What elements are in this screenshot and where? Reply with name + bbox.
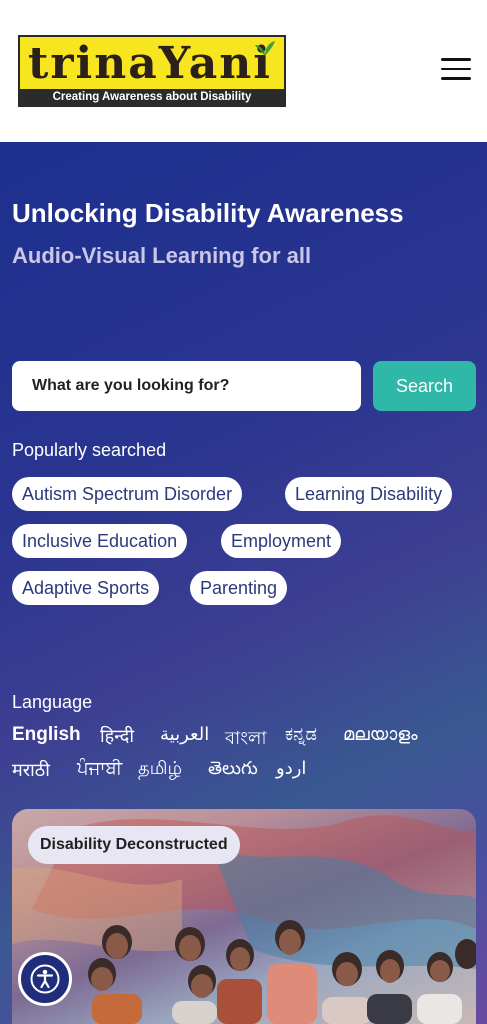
language-marathi[interactable]: मराठी <box>12 758 50 782</box>
language-telugu[interactable]: తెలుగు <box>208 758 258 783</box>
language-label: Language <box>12 692 93 712</box>
language-hindi[interactable]: हिन्दी <box>100 724 134 748</box>
popularly-searched-label: Popularly searched <box>12 440 167 460</box>
card-category-badge: Disability Deconstructed <box>28 826 240 864</box>
logo-tagline: Creating Awareness about Disability <box>20 89 284 105</box>
chip-adaptive-sports[interactable]: Adaptive Sports <box>12 571 160 605</box>
chip-inclusive-education[interactable]: Inclusive Education <box>12 524 188 558</box>
featured-video-card[interactable]: Disability Deconstructed <box>12 809 476 1024</box>
hamburger-menu-button[interactable] <box>441 58 471 82</box>
language-english[interactable]: English <box>12 724 81 746</box>
language-arabic[interactable]: العربية <box>160 724 209 745</box>
chip-learning-disability[interactable]: Learning Disability <box>285 477 453 511</box>
accessibility-button[interactable] <box>18 952 72 1006</box>
hero-subtitle: Audio-Visual Learning for all <box>12 243 312 268</box>
site-header: trinaYani Creating Awareness about Disab… <box>0 0 487 142</box>
language-malayalam[interactable]: മലയാളം <box>343 724 418 745</box>
language-tamil[interactable]: தமிழ் <box>138 758 182 781</box>
language-bengali[interactable]: বাংলা <box>225 724 267 755</box>
language-kannada[interactable]: ಕನ್ನಡ <box>285 724 317 745</box>
leaf-icon <box>255 41 275 56</box>
language-punjabi[interactable]: ਪੰਜਾਬੀ <box>77 758 122 779</box>
hamburger-icon <box>441 58 471 61</box>
chip-parenting[interactable]: Parenting <box>190 571 288 605</box>
trinayani-logo[interactable]: trinaYani Creating Awareness about Disab… <box>18 35 286 107</box>
chip-employment[interactable]: Employment <box>221 524 342 558</box>
logo-wordmark: trinaYani <box>28 38 272 89</box>
language-urdu[interactable]: اردو <box>276 758 306 779</box>
chip-autism-spectrum-disorder[interactable]: Autism Spectrum Disorder <box>12 477 243 511</box>
hero-title: Unlocking Disability Awareness <box>12 198 404 228</box>
search-button[interactable]: Search <box>373 361 476 411</box>
search-input[interactable] <box>12 361 361 411</box>
accessibility-icon <box>30 964 60 994</box>
